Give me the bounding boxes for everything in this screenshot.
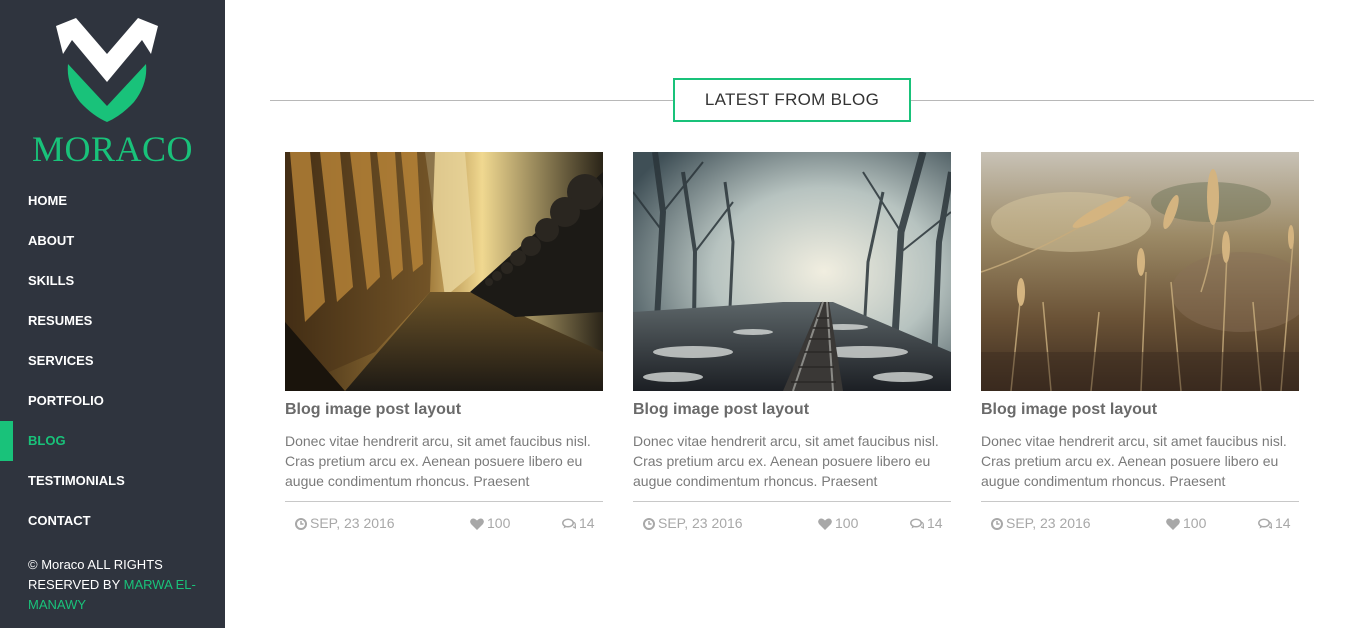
post-date-text: SEP, 23 2016 xyxy=(310,515,395,531)
copyright: © Moraco ALL RIGHTS RESERVED BY MARWA EL… xyxy=(28,555,208,615)
post-excerpt: Donec vitae hendrerit arcu, sit amet fau… xyxy=(981,433,1287,489)
nav-item-about[interactable]: ABOUT xyxy=(0,223,225,263)
heart-icon xyxy=(818,518,832,530)
post-meta: SEP, 23 2016 100 14 xyxy=(633,502,951,534)
wheat-field-photo[interactable] xyxy=(981,152,1299,391)
clock-icon xyxy=(991,518,1003,530)
nav-item-blog[interactable]: BLOG xyxy=(0,421,225,463)
post-likes[interactable]: 100 xyxy=(470,515,510,531)
comments-icon xyxy=(910,518,925,530)
post-meta: SEP, 23 2016 100 14 xyxy=(285,502,603,534)
post-comments-count: 14 xyxy=(927,515,943,531)
post-date: SEP, 23 2016 xyxy=(991,515,1091,531)
post-date: SEP, 23 2016 xyxy=(643,515,743,531)
post-likes[interactable]: 100 xyxy=(1166,515,1206,531)
post-comments[interactable]: 14 xyxy=(562,515,595,531)
nav-item-contact[interactable]: CONTACT xyxy=(0,503,225,543)
post-comments[interactable]: 14 xyxy=(910,515,943,531)
nav-item-home[interactable]: HOME xyxy=(0,183,225,223)
clock-icon xyxy=(295,518,307,530)
post-meta: SEP, 23 2016 100 14 xyxy=(981,502,1299,534)
post-excerpt: Donec vitae hendrerit arcu, sit amet fau… xyxy=(633,433,939,489)
nav-item-portfolio[interactable]: PORTFOLIO xyxy=(0,383,225,423)
post-likes[interactable]: 100 xyxy=(818,515,858,531)
nav-item-testimonials[interactable]: TESTIMONIALS xyxy=(0,463,225,503)
post-comments-count: 14 xyxy=(579,515,595,531)
comments-icon xyxy=(1258,518,1273,530)
post-date-text: SEP, 23 2016 xyxy=(1006,515,1091,531)
blog-card: Blog image post layout Donec vitae hendr… xyxy=(633,152,951,534)
nav-item-services[interactable]: SERVICES xyxy=(0,343,225,383)
section-header: LATEST FROM BLOG xyxy=(270,78,1314,122)
heart-icon xyxy=(1166,518,1180,530)
logo[interactable]: MORACO xyxy=(0,14,225,169)
post-comments-count: 14 xyxy=(1275,515,1291,531)
post-likes-count: 100 xyxy=(835,515,859,531)
post-comments[interactable]: 14 xyxy=(1258,515,1291,531)
sidebar: MORACO HOME ABOUT SKILLS RESUMES SERVICE… xyxy=(0,0,225,628)
post-date: SEP, 23 2016 xyxy=(295,515,395,531)
post-title[interactable]: Blog image post layout xyxy=(981,401,1299,421)
blog-card: Blog image post layout Donec vitae hendr… xyxy=(285,152,603,534)
foggy-forest-railway-photo[interactable] xyxy=(633,152,951,391)
post-title[interactable]: Blog image post layout xyxy=(285,401,603,421)
nav-item-skills[interactable]: SKILLS xyxy=(0,263,225,303)
post-excerpt: Donec vitae hendrerit arcu, sit amet fau… xyxy=(285,433,591,489)
post-likes-count: 100 xyxy=(1183,515,1207,531)
heart-icon xyxy=(470,518,484,530)
blog-card: Blog image post layout Donec vitae hendr… xyxy=(981,152,1299,534)
brand-name: MORACO xyxy=(31,129,194,169)
comments-icon xyxy=(562,518,577,530)
nav-item-resumes[interactable]: RESUMES xyxy=(0,303,225,343)
library-benches-photo[interactable] xyxy=(285,152,603,391)
post-date-text: SEP, 23 2016 xyxy=(658,515,743,531)
section-title: LATEST FROM BLOG xyxy=(673,78,911,122)
main-nav: HOME ABOUT SKILLS RESUMES SERVICES PORTF… xyxy=(0,183,225,543)
shield-logo-icon xyxy=(56,18,158,122)
clock-icon xyxy=(643,518,655,530)
post-likes-count: 100 xyxy=(487,515,511,531)
post-title[interactable]: Blog image post layout xyxy=(633,401,951,421)
